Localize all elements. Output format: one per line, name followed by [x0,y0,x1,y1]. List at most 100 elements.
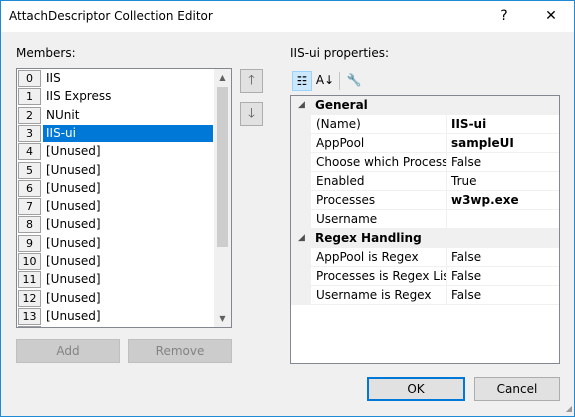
property-name[interactable]: (Name) [311,115,447,134]
remove-button[interactable]: Remove [128,339,232,363]
member-row[interactable]: 9 [Unused] [17,235,214,253]
member-row[interactable]: 6 [Unused] [17,180,214,198]
properties-label: IIS-ui properties: [290,46,390,60]
member-row[interactable]: 4 [Unused] [17,143,214,161]
member-row[interactable]: 10 [Unused] [17,253,214,271]
resize-grip-icon[interactable]: ◢ [562,404,572,414]
member-name[interactable]: IIS-ui [43,125,213,142]
member-row[interactable]: 1 IIS Express [17,88,214,106]
member-name[interactable]: [Unused] [43,308,213,325]
property-row[interactable]: Choose which Process False [291,153,559,172]
member-name[interactable]: NUnit [43,107,213,124]
property-row[interactable]: Enabled True [291,172,559,191]
property-value[interactable]: True [447,172,559,191]
property-row[interactable]: AppPool is Regex False [291,248,559,267]
property-name[interactable]: Username [311,210,447,229]
property-grid[interactable]: ◢ General (Name) IIS-ui AppPool sampleUI Choos… [290,95,560,364]
property-value[interactable]: w3wp.exe [447,191,559,210]
property-row[interactable]: Processes is Regex List False [291,267,559,286]
property-row[interactable]: (Name) IIS-ui [291,115,559,134]
cancel-button[interactable]: Cancel [474,377,560,401]
collapse-icon[interactable]: ◢ [298,229,305,248]
member-index: 10 [18,253,41,270]
category-name: General [315,98,368,112]
member-name[interactable]: [Unused] [43,271,213,288]
member-name[interactable]: [Unused] [43,180,213,197]
title-bar[interactable]: AttachDescriptor Collection Editor ? ✕ [1,1,574,32]
property-pages-icon[interactable]: 🔧 [344,71,364,91]
member-index: 14 [18,326,41,327]
close-button[interactable]: ✕ [528,1,574,32]
property-row[interactable]: Username is Regex False [291,286,559,305]
member-row[interactable]: 14[Unused] [17,326,214,327]
member-row[interactable]: 13 [Unused] [17,308,214,326]
help-button[interactable]: ? [481,1,527,32]
property-name[interactable]: Username is Regex [311,286,447,305]
property-name[interactable]: AppPool [311,134,447,153]
property-row[interactable]: Username [291,210,559,229]
property-value[interactable]: False [447,248,559,267]
member-name[interactable]: [Unused] [43,235,213,252]
category-header[interactable]: ◢ General [291,96,559,115]
member-name[interactable]: [Unused] [43,253,213,270]
property-name[interactable]: AppPool is Regex [311,248,447,267]
property-value[interactable]: False [447,286,559,305]
member-row[interactable]: 3 IIS-ui [17,125,214,143]
member-row[interactable]: 8 [Unused] [17,216,214,234]
member-row[interactable]: 7 [Unused] [17,198,214,216]
row-gutter [291,153,311,172]
member-name[interactable]: [Unused] [43,290,213,307]
alphabetical-sort-icon[interactable]: A↓ [315,71,335,91]
scroll-up-icon[interactable]: ▲ [214,69,231,86]
category-name: Regex Handling [315,231,422,245]
member-row[interactable]: 0 IIS [17,70,214,88]
members-label: Members: [16,46,76,60]
member-name[interactable]: IIS [43,70,213,87]
category-header[interactable]: ◢ Regex Handling [291,229,559,248]
member-row[interactable]: 12 [Unused] [17,290,214,308]
member-name[interactable]: IIS Express [43,88,213,105]
property-value[interactable] [447,210,559,229]
property-row[interactable]: Processes w3wp.exe [291,191,559,210]
member-name[interactable]: [Unused] [43,198,213,215]
property-value[interactable]: IIS-ui [447,115,559,134]
member-name[interactable]: [Unused] [43,162,213,179]
collapse-icon[interactable]: ◢ [298,96,305,115]
property-value[interactable]: sampleUI [447,134,559,153]
member-name[interactable]: [Unused] [43,326,213,327]
members-scrollbar[interactable]: ▲ ▼ [214,69,231,327]
member-name[interactable]: [Unused] [43,216,213,233]
member-index: 6 [18,180,41,197]
member-index: 3 [18,125,41,142]
property-name[interactable]: Choose which Process [311,153,447,172]
ok-button[interactable]: OK [367,377,465,401]
member-index: 0 [18,70,41,87]
members-list[interactable]: 0 IIS 1 IIS Express 2 NUnit 3 IIS-ui 4 [Unused] 5[… [16,68,232,328]
property-row[interactable]: AppPool sampleUI [291,134,559,153]
property-value[interactable]: False [447,153,559,172]
row-gutter [291,115,311,134]
property-name[interactable]: Processes is Regex List [311,267,447,286]
add-button[interactable]: Add [16,339,120,363]
member-row[interactable]: 5 [Unused] [17,162,214,180]
arrow-down-icon: 🡓 [248,106,255,121]
move-down-button[interactable]: 🡓 [240,102,263,126]
move-up-button[interactable]: 🡑 [240,69,263,93]
row-gutter [291,191,311,210]
property-name[interactable]: Processes [311,191,447,210]
property-name[interactable]: Enabled [311,172,447,191]
member-index: 8 [18,216,41,233]
member-index: 12 [18,290,41,307]
window-title: AttachDescriptor Collection Editor [9,9,213,23]
scroll-thumb[interactable] [217,87,228,247]
member-name[interactable]: [Unused] [43,143,213,160]
property-value[interactable]: False [447,267,559,286]
categorized-icon[interactable]: ☷ [292,71,312,91]
member-index: 7 [18,198,41,215]
member-index: 4 [18,143,41,160]
member-row[interactable]: 2 NUnit [17,107,214,125]
row-gutter [291,286,311,305]
close-icon: ✕ [545,8,557,24]
scroll-down-icon[interactable]: ▼ [214,310,231,327]
member-row[interactable]: 11 [Unused] [17,271,214,289]
